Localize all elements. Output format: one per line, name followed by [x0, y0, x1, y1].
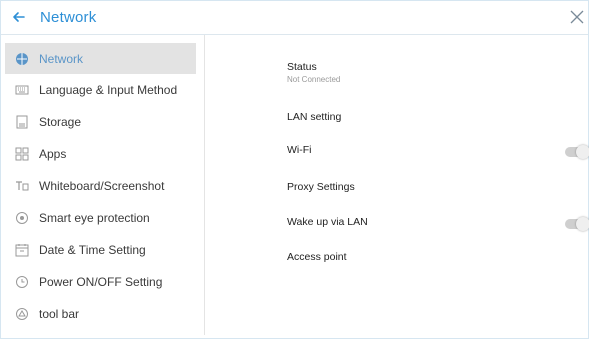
- proxy-settings-label: Proxy Settings: [287, 181, 355, 193]
- sidebar-item-label: Network: [39, 51, 84, 66]
- sidebar-item-label: Storage: [39, 115, 82, 129]
- sidebar-item-label: Whiteboard/Screenshot: [39, 179, 165, 193]
- whiteboard-icon: [15, 179, 29, 193]
- eye-icon: [15, 211, 29, 225]
- wifi-toggle[interactable]: [565, 145, 589, 159]
- sidebar-item-power[interactable]: Power ON/OFF Setting: [1, 266, 204, 298]
- sidebar-item-eye-protection[interactable]: Smart eye protection: [1, 202, 204, 234]
- sidebar-item-storage[interactable]: Storage: [1, 106, 204, 138]
- wifi-label: Wi-Fi: [287, 144, 312, 156]
- status-value: Not Connected: [287, 75, 341, 84]
- power-icon: [15, 275, 29, 289]
- apps-icon: [15, 147, 29, 161]
- sidebar-item-label: Smart eye protection: [39, 211, 150, 225]
- sidebar-item-language[interactable]: Language & Input Method: [1, 74, 204, 106]
- proxy-settings-row[interactable]: Proxy Settings: [287, 181, 588, 203]
- sidebar-item-date-time[interactable]: Date & Time Setting: [1, 234, 204, 266]
- network-icon: [15, 52, 29, 66]
- wake-on-lan-toggle[interactable]: [565, 217, 589, 231]
- sidebar-item-label: Apps: [39, 147, 67, 161]
- access-point-row[interactable]: Access point: [287, 251, 588, 273]
- close-button[interactable]: [568, 8, 586, 26]
- calendar-icon: [15, 243, 29, 257]
- settings-window: Network Network Language & Input Method …: [0, 0, 589, 339]
- network-settings-panel: Status Not Connected LAN setting Wi-Fi P…: [205, 35, 589, 335]
- page-title: Network: [40, 9, 97, 26]
- title-bar: Network: [1, 1, 588, 35]
- lan-setting-row[interactable]: LAN setting: [287, 111, 588, 133]
- sidebar-item-whiteboard[interactable]: Whiteboard/Screenshot: [1, 170, 204, 202]
- sidebar-item-label: Language & Input Method: [39, 83, 178, 97]
- storage-icon: [15, 115, 29, 129]
- sidebar-item-network[interactable]: Network: [5, 43, 196, 74]
- toggle-knob: [576, 217, 589, 231]
- sidebar-item-label: Date & Time Setting: [39, 243, 146, 257]
- wake-on-lan-row[interactable]: Wake up via LAN: [287, 216, 589, 238]
- close-icon: [570, 10, 584, 24]
- lan-setting-label: LAN setting: [287, 111, 342, 123]
- back-button[interactable]: [10, 8, 28, 26]
- sidebar-item-apps[interactable]: Apps: [1, 138, 204, 170]
- access-point-label: Access point: [287, 251, 347, 263]
- toolbar-icon: [15, 307, 29, 321]
- status-label: Status: [287, 61, 317, 73]
- sidebar-item-toolbar[interactable]: tool bar: [1, 298, 204, 330]
- wake-on-lan-label: Wake up via LAN: [287, 216, 368, 228]
- toggle-knob: [576, 145, 589, 159]
- sidebar: Network Language & Input Method Storage …: [1, 35, 205, 335]
- sidebar-item-label: tool bar: [39, 307, 80, 321]
- status-row[interactable]: Status Not Connected: [287, 61, 588, 84]
- arrow-left-icon: [13, 12, 25, 22]
- sidebar-item-label: Power ON/OFF Setting: [39, 275, 163, 289]
- wifi-row[interactable]: Wi-Fi: [287, 144, 589, 166]
- keyboard-icon: [15, 83, 29, 97]
